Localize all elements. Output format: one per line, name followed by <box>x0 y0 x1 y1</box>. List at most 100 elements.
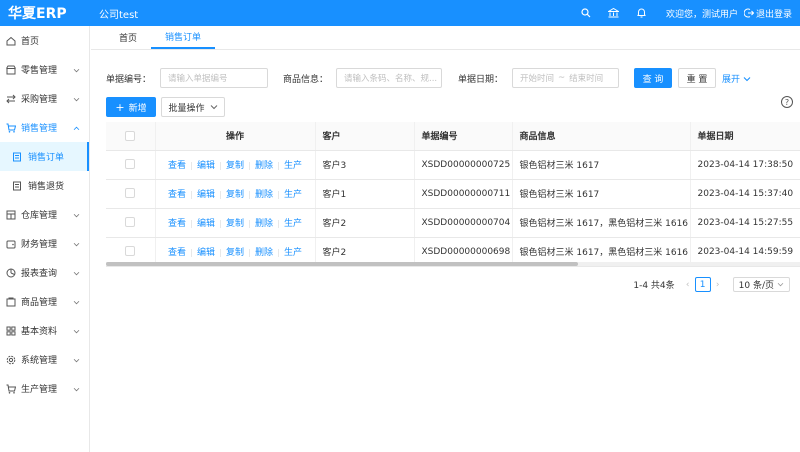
date-label: 单据日期： <box>458 75 504 85</box>
row-checkbox[interactable] <box>106 208 156 238</box>
action-link-2[interactable]: 复制 <box>226 219 244 229</box>
page-size-select[interactable]: 10 条/页 <box>732 277 790 292</box>
expand-link[interactable]: 展开 <box>722 72 751 85</box>
sidebar-item-10[interactable]: 基本资料 <box>0 316 89 345</box>
sidebar-item-4[interactable]: 销售订单 <box>0 142 89 171</box>
action-link-1[interactable]: 编辑 <box>197 190 215 200</box>
select-all-checkbox[interactable] <box>106 122 156 151</box>
column-header-customer[interactable]: 客户 <box>315 122 415 151</box>
sidebar-item-7[interactable]: 财务管理 <box>0 229 89 258</box>
table-row[interactable]: 查看 编辑 复制 删除 生产 客户3 XSDD00000000725 银色铝材三米 1617 2… <box>106 150 800 180</box>
sidebar-item-label: 生产管理 <box>21 385 58 395</box>
scrollbar-thumb[interactable] <box>106 262 578 266</box>
logout-label: 退出登录 <box>755 9 792 20</box>
action-link-4[interactable]: 生产 <box>284 219 302 229</box>
sidebar: 首页 零售管理 采购管理销售管理销售订单 销售退货 仓库管理 财务管理报表查询商品管理基本… <box>0 26 90 452</box>
sidebar-item-1[interactable]: 零售管理 <box>0 55 89 84</box>
tab-home[interactable]: 首页 <box>105 25 151 49</box>
shop-icon <box>6 65 16 75</box>
column-header-actions: 操作 <box>155 122 316 151</box>
bank-icon[interactable] <box>600 8 628 18</box>
add-button[interactable]: + 新增 <box>106 97 156 117</box>
page-number[interactable]: 1 <box>694 277 711 292</box>
batch-label: 批量操作 <box>168 103 205 114</box>
help-icon[interactable]: ? <box>781 96 793 108</box>
action-divider <box>219 219 221 228</box>
search-form: 单据编号： 请输入单据编号 商品信息： 请输入条码、名称、规... 单据日期： … <box>91 68 800 88</box>
chevron-down-icon <box>73 240 80 250</box>
home-icon <box>6 36 16 46</box>
logout-icon <box>743 8 754 18</box>
row-checkbox[interactable] <box>106 179 156 209</box>
sidebar-item-2[interactable]: 采购管理 <box>0 84 89 113</box>
action-link-0[interactable]: 查看 <box>168 219 186 229</box>
plus-icon: + <box>115 100 125 114</box>
action-divider <box>219 161 221 170</box>
sidebar-item-0[interactable]: 首页 <box>0 26 89 55</box>
chevron-down-icon <box>73 298 80 308</box>
batch-operation-dropdown[interactable]: 批量操作 <box>161 97 225 117</box>
bell-icon[interactable] <box>628 8 656 18</box>
sidebar-item-6[interactable]: 仓库管理 <box>0 200 89 229</box>
column-header-date[interactable]: 单据日期 <box>690 122 800 151</box>
goods-input[interactable]: 请输入条码、名称、规... <box>336 68 442 88</box>
add-label: 新增 <box>128 103 147 114</box>
action-link-3[interactable]: 删除 <box>255 219 273 229</box>
page-size-label: 10 条/页 <box>738 281 774 291</box>
cell-goods: 银色铝材三米 1617 <box>512 150 691 180</box>
prev-page-icon[interactable]: ‹ <box>681 280 695 290</box>
action-link-2[interactable]: 复制 <box>226 248 244 258</box>
search-icon[interactable] <box>572 8 600 18</box>
action-divider <box>219 248 221 257</box>
action-link-3[interactable]: 删除 <box>255 248 273 258</box>
horizontal-scrollbar[interactable] <box>106 262 800 266</box>
column-header-goods[interactable]: 商品信息 <box>512 122 691 151</box>
chevron-down-icon <box>73 211 80 221</box>
chart-icon <box>6 268 16 278</box>
logout-button[interactable]: 退出登录 <box>743 7 792 20</box>
tab-sales-order[interactable]: 销售订单 <box>151 25 216 49</box>
action-link-0[interactable]: 查看 <box>168 190 186 200</box>
next-page-icon[interactable]: › <box>711 280 725 290</box>
sidebar-item-9[interactable]: 商品管理 <box>0 287 89 316</box>
sidebar-item-label: 销售管理 <box>21 124 58 134</box>
bill-no-input[interactable]: 请输入单据编号 <box>160 68 268 88</box>
table-row[interactable]: 查看 编辑 复制 删除 生产 客户1 XSDD00000000711 银色铝材三米 1617 2… <box>106 179 800 209</box>
action-link-3[interactable]: 删除 <box>255 190 273 200</box>
action-link-0[interactable]: 查看 <box>168 161 186 171</box>
action-link-4[interactable]: 生产 <box>284 190 302 200</box>
app-logo[interactable]: 华夏ERP <box>0 3 90 23</box>
action-link-1[interactable]: 编辑 <box>197 248 215 258</box>
action-link-0[interactable]: 查看 <box>168 248 186 258</box>
action-link-1[interactable]: 编辑 <box>197 219 215 229</box>
action-divider <box>190 161 192 170</box>
date-separator: ~ <box>558 73 566 83</box>
cart-icon <box>6 123 16 133</box>
sidebar-item-11[interactable]: 系统管理 <box>0 345 89 374</box>
action-link-3[interactable]: 删除 <box>255 161 273 171</box>
action-divider <box>190 219 192 228</box>
table-row[interactable]: 查看 编辑 复制 删除 生产 客户2 XSDD00000000704 银色铝材三米 1617，… <box>106 208 800 238</box>
action-link-4[interactable]: 生产 <box>284 248 302 258</box>
reset-button[interactable]: 重 置 <box>678 68 716 88</box>
chevron-up-icon <box>73 124 80 134</box>
row-checkbox[interactable] <box>106 150 156 180</box>
chevron-down-icon <box>73 269 80 279</box>
action-link-2[interactable]: 复制 <box>226 190 244 200</box>
action-link-2[interactable]: 复制 <box>226 161 244 171</box>
date-range-picker[interactable]: 开始时间 ~ 结束时间 <box>512 68 619 88</box>
sidebar-item-5[interactable]: 销售退货 <box>0 171 89 200</box>
action-link-4[interactable]: 生产 <box>284 161 302 171</box>
column-header-bill-no[interactable]: 单据编号 <box>414 122 513 151</box>
sidebar-item-label: 商品管理 <box>21 298 58 308</box>
cell-bill-no: XSDD00000000704 <box>414 208 513 238</box>
sidebar-item-8[interactable]: 报表查询 <box>0 258 89 287</box>
warehouse-icon <box>6 210 16 220</box>
sidebar-item-label: 报表查询 <box>21 269 58 279</box>
query-button[interactable]: 查 询 <box>634 68 672 88</box>
sidebar-item-12[interactable]: 生产管理 <box>0 374 89 403</box>
cell-goods: 银色铝材三米 1617 <box>512 179 691 209</box>
action-link-1[interactable]: 编辑 <box>197 161 215 171</box>
row-actions: 查看 编辑 复制 删除 生产 <box>155 150 316 180</box>
sidebar-item-3[interactable]: 销售管理 <box>0 113 89 142</box>
